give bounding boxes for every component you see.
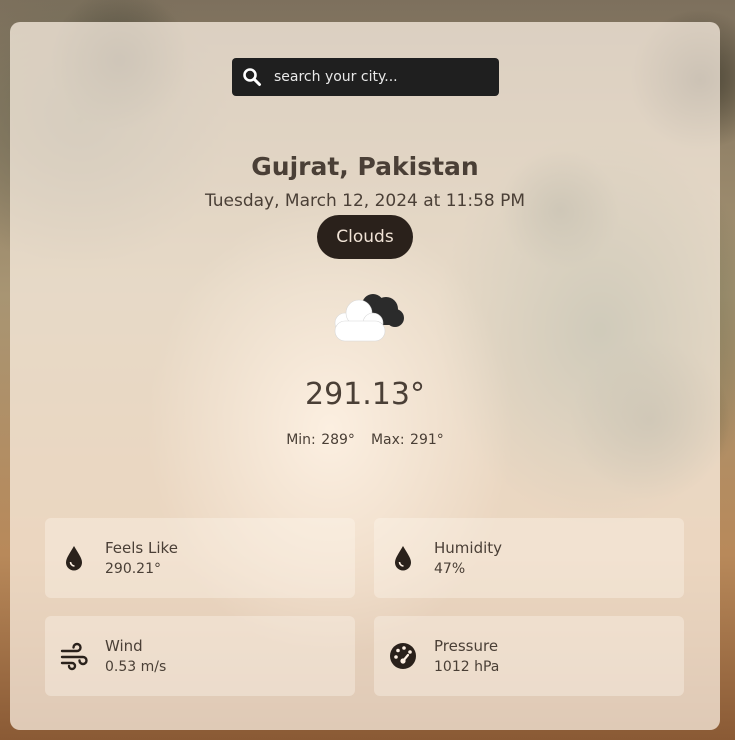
detail-value: 1012 hPa [434, 659, 500, 675]
wind-icon [60, 642, 88, 671]
detail-value: 47% [434, 561, 466, 577]
droplet-icon [66, 546, 82, 571]
local-datetime: Tuesday, March 12, 2024 at 11:58 PM [204, 191, 526, 211]
detail-value: 0.53 m/s [105, 659, 167, 675]
temperature: 291.13° [305, 377, 425, 412]
condition-badge: Clouds [317, 215, 413, 259]
search-input[interactable] [274, 69, 484, 85]
detail-humidity: Humidity 47% [374, 518, 684, 598]
weather-card: Gujrat, Pakistan Tuesday, March 12, 2024… [10, 22, 720, 730]
min-max-temps: Min: 289° Max: 291° [10, 432, 720, 448]
detail-pressure: Pressure 1012 hPa [374, 616, 684, 696]
detail-label: Wind [105, 637, 143, 655]
max-temp: Max: 291° [370, 432, 444, 448]
droplet-icon [395, 546, 411, 571]
detail-value: 290.21° [105, 561, 161, 577]
city-name: Gujrat, Pakistan [251, 152, 479, 181]
detail-wind: Wind 0.53 m/s [45, 616, 355, 696]
search-icon[interactable] [242, 67, 262, 87]
detail-feels-like: Feels Like 290.21° [45, 518, 355, 598]
search-bar[interactable] [232, 58, 499, 96]
clouds-icon [334, 294, 404, 342]
detail-label: Humidity [434, 539, 503, 557]
detail-label: Feels Like [105, 539, 178, 557]
gauge-icon [390, 643, 416, 669]
min-temp: Min: 289° [286, 432, 355, 448]
detail-label: Pressure [434, 637, 499, 655]
